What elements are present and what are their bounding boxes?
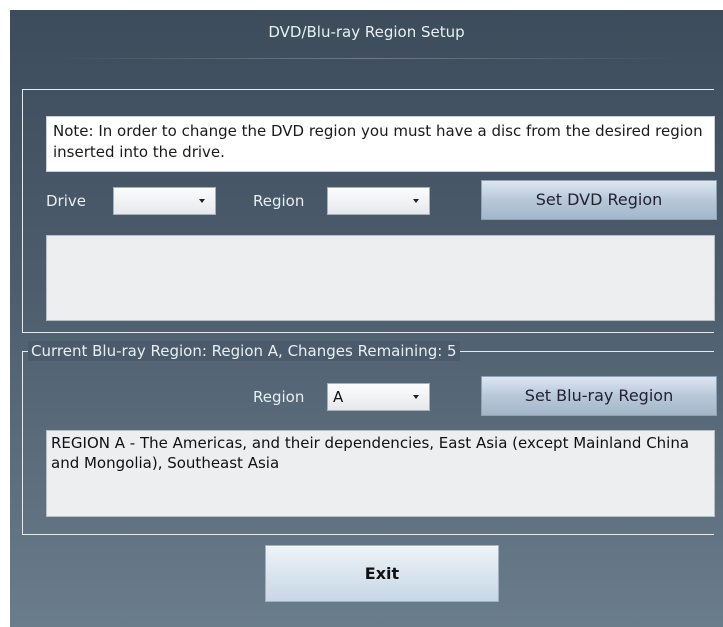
- set-bluray-region-button[interactable]: Set Blu-ray Region: [481, 376, 717, 416]
- chevron-down-icon: [413, 395, 419, 399]
- bluray-status-legend: Current Blu-ray Region: Region A, Change…: [28, 341, 460, 361]
- exit-button[interactable]: Exit: [265, 545, 499, 602]
- dvd-region-label: Region: [253, 192, 305, 210]
- title-divider: [50, 58, 683, 59]
- dvd-region-select[interactable]: [327, 187, 430, 215]
- set-dvd-region-button[interactable]: Set DVD Region: [481, 180, 717, 220]
- dvd-note-text: Note: In order to change the DVD region …: [46, 116, 715, 172]
- dvd-region-info: [46, 235, 715, 321]
- chevron-down-icon: [413, 199, 419, 203]
- window-title: DVD/Blu-ray Region Setup: [268, 23, 465, 41]
- bluray-region-label: Region: [253, 388, 305, 406]
- drive-label: Drive: [46, 192, 86, 210]
- bluray-region-select[interactable]: A: [327, 383, 430, 411]
- bluray-region-info: REGION A - The Americas, and their depen…: [46, 430, 715, 517]
- chevron-down-icon: [199, 199, 205, 203]
- bluray-region-select-value: A: [333, 388, 344, 406]
- drive-select[interactable]: [113, 187, 216, 215]
